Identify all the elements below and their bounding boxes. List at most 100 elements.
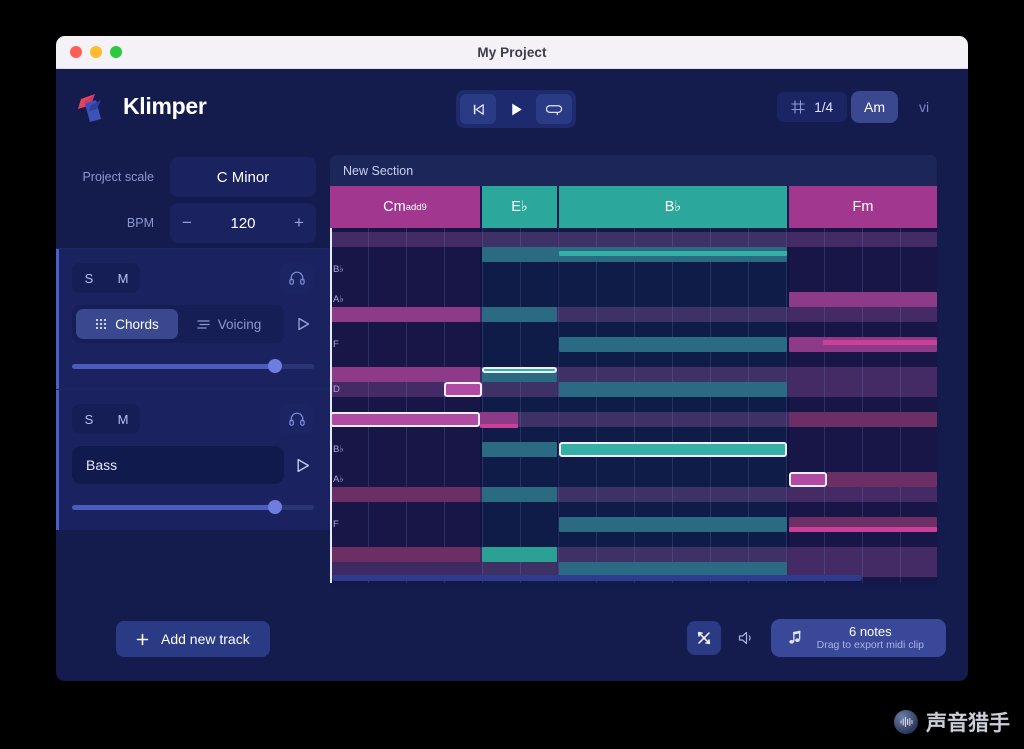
tab-chords[interactable]: Chords <box>76 309 178 339</box>
midi-note[interactable] <box>482 307 557 322</box>
project-scale-value[interactable]: C Minor <box>170 157 316 197</box>
midi-note[interactable] <box>559 382 787 397</box>
expand-icon <box>696 630 712 646</box>
grid-line <box>482 228 483 583</box>
chord-extension: add9 <box>406 202 427 213</box>
track-bass-volume-slider[interactable] <box>72 500 314 514</box>
chord-block[interactable]: E♭ <box>482 186 557 228</box>
track-bass-volume-knob[interactable] <box>268 500 282 514</box>
right-controls: 1/4 Am vi <box>777 91 946 123</box>
bpm-increase-button[interactable]: + <box>282 213 316 233</box>
midi-note[interactable] <box>827 472 937 487</box>
track-chords[interactable]: S M <box>56 249 330 389</box>
track-chords-solo-mute: S M <box>72 263 140 293</box>
app-root: Klimper <box>56 69 968 681</box>
bpm-field: − 120 + <box>170 203 316 243</box>
key-chip[interactable]: Am <box>851 91 898 123</box>
midi-note[interactable] <box>330 487 480 502</box>
track-chords-volume-slider[interactable] <box>72 359 314 373</box>
play-outline-icon <box>296 458 310 473</box>
title-bar: My Project <box>56 36 968 69</box>
chord-track: Cmadd9E♭ B♭ Fm <box>330 186 937 228</box>
track-bass-solo-mute: S M <box>72 404 140 434</box>
midi-note[interactable] <box>789 412 937 427</box>
midi-note[interactable] <box>330 367 480 382</box>
klimper-logo-icon <box>78 89 112 123</box>
track-bass-name-field[interactable]: Bass <box>72 446 284 484</box>
midi-note[interactable] <box>482 442 557 457</box>
horizontal-scrollbar[interactable] <box>332 575 862 581</box>
watermark: 声音猎手 <box>894 707 1010 737</box>
track-chords-solo-button[interactable]: S <box>72 263 106 293</box>
section-name: New Section <box>343 164 413 178</box>
playhead[interactable] <box>330 228 332 583</box>
chord-block[interactable]: B♭ <box>559 186 787 228</box>
midi-note-selected[interactable] <box>444 382 482 397</box>
midi-note[interactable] <box>823 340 937 345</box>
degree-chip[interactable]: vi <box>902 91 946 123</box>
track-chords-mute-button[interactable]: M <box>106 263 140 293</box>
midi-note[interactable] <box>789 527 937 532</box>
midi-note[interactable] <box>330 547 480 562</box>
volume-button[interactable] <box>729 621 763 655</box>
app-window: My Project Klimper <box>56 36 968 681</box>
add-new-track-button[interactable]: Add new track <box>116 621 270 657</box>
piano-roll[interactable]: B♭A♭GFE♭DCB♭A♭GFE♭D <box>330 228 937 583</box>
midi-note-selected[interactable] <box>482 367 557 373</box>
midi-note[interactable] <box>482 547 557 562</box>
midi-note[interactable] <box>330 307 480 322</box>
midi-note[interactable] <box>559 337 787 352</box>
track-bass-preview-button[interactable] <box>292 458 314 473</box>
track-bass-monitor-button[interactable] <box>280 404 314 434</box>
bpm-row: BPM − 120 + <box>70 203 316 243</box>
expand-button[interactable] <box>687 621 721 655</box>
track-chords-volume-knob[interactable] <box>268 359 282 373</box>
midi-note[interactable] <box>789 292 937 307</box>
grid-size-control[interactable]: 1/4 <box>777 92 847 122</box>
play-icon <box>508 101 525 118</box>
bpm-decrease-button[interactable]: − <box>170 213 204 233</box>
project-scale-label: Project scale <box>70 170 170 184</box>
loop-button[interactable] <box>536 94 572 124</box>
lines-icon <box>197 319 210 330</box>
track-chords-volume-fill <box>72 364 275 369</box>
export-label-group: 6 notes Drag to export midi clip <box>817 625 924 652</box>
track-bass-volume-fill <box>72 505 275 510</box>
midi-note-selected[interactable] <box>789 472 827 487</box>
export-hint: Drag to export midi clip <box>817 639 924 651</box>
midi-note-selected[interactable] <box>559 442 787 457</box>
grid-line <box>444 228 445 583</box>
track-bass[interactable]: S M Bass <box>56 389 330 530</box>
section-header[interactable]: New Section <box>330 155 937 186</box>
screen: My Project Klimper <box>0 0 1024 749</box>
track-chords-preview-button[interactable] <box>292 317 314 331</box>
app-body: Project scale C Minor BPM − 120 + <box>56 143 968 607</box>
top-bar: Klimper <box>56 69 968 143</box>
editor: New Section Cmadd9E♭ B♭ Fm B♭A♭GFE♭DCB♭A♭G… <box>330 143 968 607</box>
bpm-value[interactable]: 120 <box>204 215 282 232</box>
chord-block[interactable]: Cmadd9 <box>330 186 480 228</box>
chord-root: B♭ <box>665 199 682 215</box>
track-bass-mute-button[interactable]: M <box>106 404 140 434</box>
track-bass-toolbar: S M <box>72 404 314 434</box>
track-bass-solo-button[interactable]: S <box>72 404 106 434</box>
headphones-icon <box>289 412 305 426</box>
midi-note[interactable] <box>480 424 518 428</box>
play-button[interactable] <box>498 94 534 124</box>
waveform-icon <box>899 716 914 728</box>
midi-note[interactable] <box>559 251 787 256</box>
midi-note-selected[interactable] <box>330 412 480 427</box>
speaker-icon <box>737 630 755 646</box>
midi-note[interactable] <box>482 487 557 502</box>
play-outline-icon <box>297 317 310 331</box>
midi-note[interactable] <box>559 517 787 532</box>
brand-logo[interactable]: Klimper <box>78 89 207 123</box>
rewind-to-start-button[interactable] <box>460 94 496 124</box>
export-midi-button[interactable]: 6 notes Drag to export midi clip <box>771 619 946 657</box>
track-chords-monitor-button[interactable] <box>280 263 314 293</box>
chord-block[interactable]: Fm <box>789 186 937 228</box>
bottom-right-controls: 6 notes Drag to export midi clip <box>687 619 946 657</box>
track-chords-mode-tabs: Chords <box>72 305 284 343</box>
tab-voicing[interactable]: Voicing <box>178 309 280 339</box>
bpm-label: BPM <box>70 216 170 230</box>
